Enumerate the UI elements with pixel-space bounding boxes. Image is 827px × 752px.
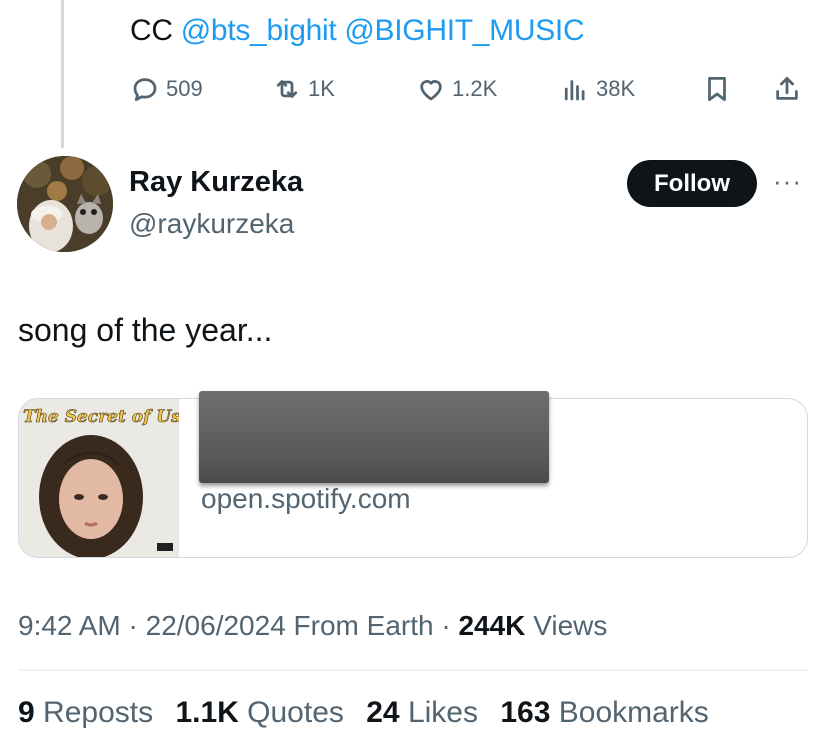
reply-button[interactable]: 509 xyxy=(130,72,203,106)
mention-link[interactable]: @bts_bighit xyxy=(181,14,337,47)
bookmarks-label: Bookmarks xyxy=(558,696,709,729)
mention-link[interactable]: @BIGHIT_MUSIC xyxy=(344,14,584,47)
tweet-text: song of the year... xyxy=(18,312,273,348)
link-card[interactable]: The Secret of Us open.spotify.com xyxy=(18,391,808,558)
views-count: 38K xyxy=(596,76,636,101)
redaction-box xyxy=(199,391,549,483)
views-icon xyxy=(564,80,585,101)
reply-icon xyxy=(133,78,157,101)
quotes-stat[interactable]: 1.1K Quotes xyxy=(175,696,343,729)
tweet-location: From Earth xyxy=(293,610,434,641)
tweet-meta: 9:42 AM · 22/06/2024 From Earth · 244K V… xyxy=(18,610,607,642)
bookmarks-count: 163 xyxy=(500,696,551,729)
tweet-time[interactable]: 9:42 AM xyxy=(18,610,121,641)
author-handle[interactable]: @raykurzeka xyxy=(129,208,294,240)
reply-count: 509 xyxy=(166,76,203,101)
card-domain: open.spotify.com xyxy=(201,483,411,514)
parent-tweet-prefix: CC xyxy=(130,14,173,47)
views-total-label: Views xyxy=(533,610,608,641)
repost-button[interactable]: 1K xyxy=(272,72,335,106)
avatar-image xyxy=(17,156,113,252)
likes-stat[interactable]: 24 Likes xyxy=(366,696,478,729)
quotes-label: Quotes xyxy=(247,696,344,729)
divider xyxy=(18,669,808,671)
reposts-label: Reposts xyxy=(43,696,154,729)
reposts-count: 9 xyxy=(18,696,35,729)
more-icon[interactable]: ··· xyxy=(773,166,802,197)
views-total-count: 244K xyxy=(458,610,526,641)
album-cover-image: The Secret of Us xyxy=(19,399,179,557)
follow-button[interactable]: Follow xyxy=(627,160,757,207)
like-button[interactable]: 1.2K xyxy=(416,72,497,106)
album-title: The Secret of Us xyxy=(23,407,179,428)
bookmarks-stat[interactable]: 163 Bookmarks xyxy=(500,696,708,729)
reposts-stat[interactable]: 9 Reposts xyxy=(18,696,153,729)
author-avatar[interactable] xyxy=(17,156,113,252)
share-icon xyxy=(776,77,798,100)
repost-count: 1K xyxy=(308,76,335,101)
quotes-count: 1.1K xyxy=(175,696,239,729)
like-count: 1.2K xyxy=(452,76,498,101)
bookmark-icon xyxy=(708,77,726,101)
author-name[interactable]: Ray Kurzeka xyxy=(129,166,303,199)
likes-label: Likes xyxy=(407,696,478,729)
bookmark-button[interactable] xyxy=(702,72,732,106)
share-button[interactable] xyxy=(772,72,802,106)
tweet-date[interactable]: 22/06/2024 xyxy=(146,610,286,641)
views-button[interactable]: 38K xyxy=(560,72,635,106)
parent-tweet-actions: 509 1K 1.2K 38K xyxy=(0,72,827,106)
like-icon xyxy=(420,80,442,101)
parent-tweet-text: CC @bts_bighit @BIGHIT_MUSIC xyxy=(130,14,585,48)
meta-separator: · xyxy=(128,610,138,641)
engagement-stats: 9 Reposts 1.1K Quotes 24 Likes 163 Bookm… xyxy=(18,696,723,730)
meta-separator: · xyxy=(441,610,451,641)
repost-icon xyxy=(276,80,298,98)
likes-count: 24 xyxy=(366,696,400,729)
